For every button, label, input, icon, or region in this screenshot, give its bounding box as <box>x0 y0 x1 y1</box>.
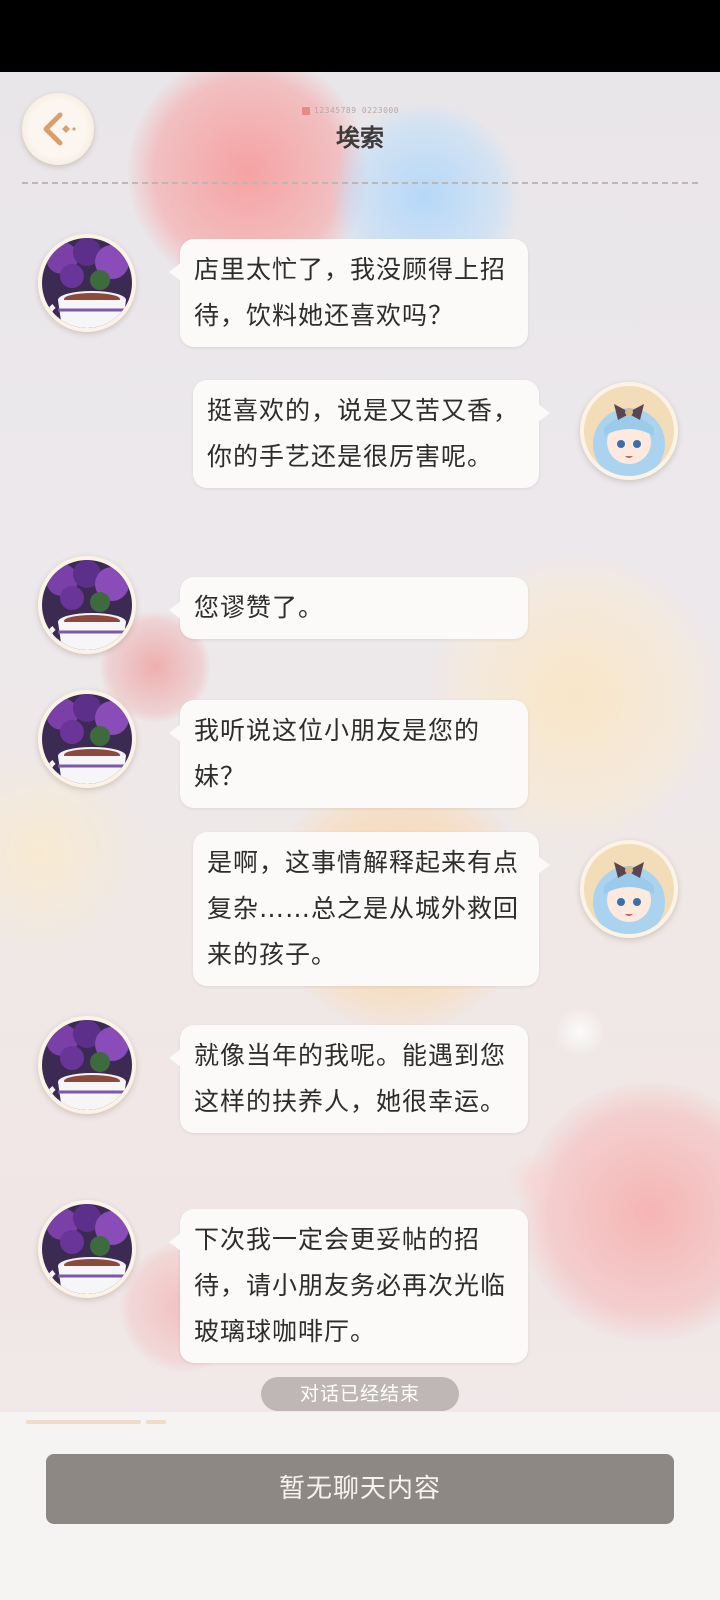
bokeh-light <box>555 1007 605 1057</box>
message-bubble: 下次我一定会更妥帖的招待，请小朋友务必再次光临玻璃球咖啡厅。 <box>169 1209 528 1363</box>
message-text: 挺喜欢的，说是又苦又香，你的手艺还是很厉害呢。 <box>207 396 520 471</box>
signal-text: 12345789 0223000 <box>314 106 400 115</box>
player-avatar[interactable] <box>580 382 678 480</box>
conversation-ended-badge: 对话已经结束 <box>261 1377 459 1411</box>
page-title: 埃索 <box>336 124 384 152</box>
coffee-cup-hydrangea-avatar <box>42 560 132 650</box>
message-text: 店里太忙了，我没顾得上招待，饮料她还喜欢吗？ <box>194 255 507 330</box>
message-bubble: 您谬赞了。 <box>169 577 528 639</box>
signal-icon <box>302 106 310 115</box>
blue-haired-girl-avatar <box>584 386 674 476</box>
coffee-cup-hydrangea-avatar <box>42 238 132 328</box>
chat-footer: 暂无聊天内容 <box>0 1412 720 1600</box>
message-bubble: 我听说这位小朋友是您的妹？ <box>169 700 528 808</box>
header-divider <box>22 182 698 184</box>
footer-accent <box>26 1420 141 1424</box>
message-text: 就像当年的我呢。能遇到您这样的扶养人，她很幸运。 <box>194 1041 507 1116</box>
message-bubble: 是啊，这事情解释起来有点复杂……总之是从城外救回来的孩子。 <box>193 832 550 986</box>
npc-avatar[interactable] <box>38 1200 136 1298</box>
message-text: 您谬赞了。 <box>194 593 325 622</box>
chat-input-bar[interactable]: 暂无聊天内容 <box>46 1454 674 1524</box>
message-text: 下次我一定会更妥帖的招待，请小朋友务必再次光临玻璃球咖啡厅。 <box>194 1225 507 1346</box>
bokeh-light <box>508 1155 558 1205</box>
message-text: 是啊，这事情解释起来有点复杂……总之是从城外救回来的孩子。 <box>207 848 520 969</box>
message-bubble: 店里太忙了，我没顾得上招待，饮料她还喜欢吗？ <box>169 239 528 347</box>
signal-indicator: 12345789 0223000 <box>302 106 399 115</box>
message-bubble: 就像当年的我呢。能遇到您这样的扶养人，她很幸运。 <box>169 1025 528 1133</box>
npc-avatar[interactable] <box>38 1016 136 1114</box>
bokeh-light <box>520 1082 720 1342</box>
message-bubble: 挺喜欢的，说是又苦又香，你的手艺还是很厉害呢。 <box>193 380 550 488</box>
coffee-cup-hydrangea-avatar <box>42 694 132 784</box>
status-bar <box>0 0 720 72</box>
footer-accent <box>146 1420 166 1424</box>
blue-haired-girl-avatar <box>584 844 674 934</box>
coffee-cup-hydrangea-avatar <box>42 1204 132 1294</box>
chat-screen: 12345789 0223000 埃索 店里太忙了，我没顾得上招待，饮料她还喜欢… <box>0 72 720 1600</box>
npc-avatar[interactable] <box>38 234 136 332</box>
player-avatar[interactable] <box>580 840 678 938</box>
npc-avatar[interactable] <box>38 690 136 788</box>
npc-avatar[interactable] <box>38 556 136 654</box>
coffee-cup-hydrangea-avatar <box>42 1020 132 1110</box>
message-text: 我听说这位小朋友是您的妹？ <box>194 716 481 791</box>
